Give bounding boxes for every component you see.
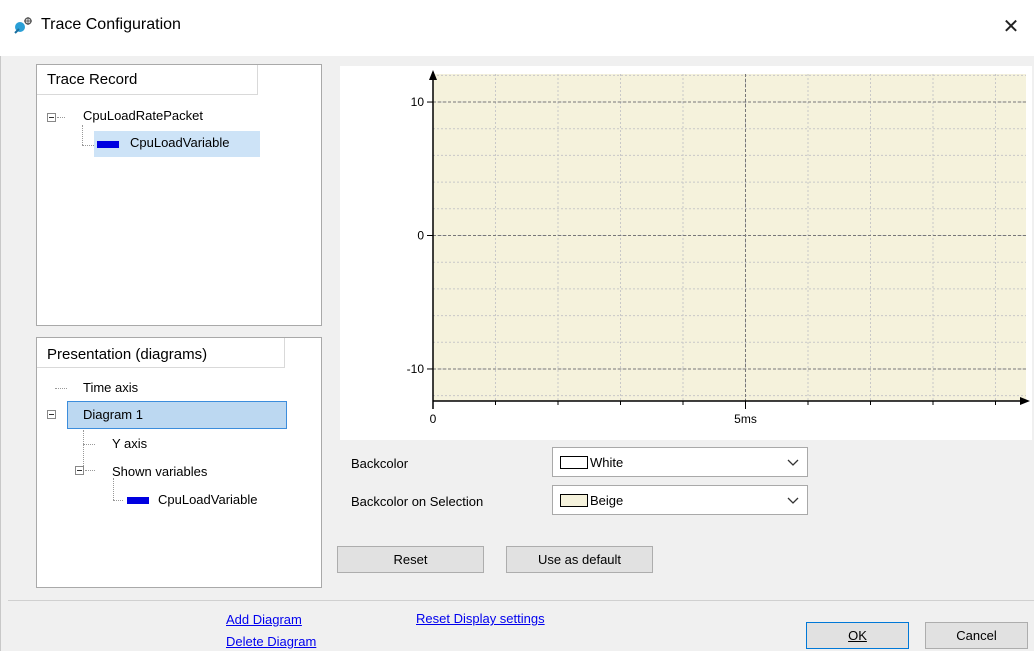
y-tick-label: 10 <box>411 95 425 109</box>
tree-item-shown-variables[interactable]: Shown variables <box>112 464 207 479</box>
tree-item-diagram[interactable]: Diagram 1 <box>83 407 143 422</box>
footer-separator <box>8 600 1034 601</box>
tree-connector <box>113 478 114 500</box>
backcolor-value: White <box>590 455 624 470</box>
ok-button[interactable]: OK <box>806 622 909 649</box>
tree-connector <box>85 470 95 471</box>
tree-item-y-axis[interactable]: Y axis <box>112 436 147 451</box>
collapse-toggle[interactable] <box>47 113 56 122</box>
chevron-down-icon <box>787 497 799 504</box>
tree-connector <box>113 500 123 501</box>
collapse-toggle[interactable] <box>47 410 56 419</box>
tree-connector <box>55 388 67 389</box>
tree-connector <box>57 117 65 118</box>
diagram-chart: 100-1005ms10ms <box>407 70 1034 426</box>
cancel-button[interactable]: Cancel <box>925 622 1028 649</box>
use-as-default-button[interactable]: Use as default <box>506 546 653 573</box>
backcolor-label: Backcolor <box>351 456 409 471</box>
backcolor-swatch <box>560 456 588 469</box>
tree-item-shown-variable[interactable]: CpuLoadVariable <box>158 492 258 507</box>
tree-connector <box>83 444 95 445</box>
tree-item-time-axis[interactable]: Time axis <box>83 380 138 395</box>
x-tick-label: 5ms <box>734 412 757 426</box>
selection-backcolor-label: Backcolor on Selection <box>351 494 484 509</box>
x-tick-label: 0 <box>430 412 437 426</box>
presentation-panel: Presentation (diagrams) Time axis Diagra… <box>36 337 322 588</box>
selection-backcolor-value: Beige <box>590 493 624 508</box>
variable-color-swatch <box>97 141 119 148</box>
selection-backcolor-dropdown[interactable]: Beige <box>552 485 808 515</box>
cancel-button-label: Cancel <box>956 628 997 643</box>
presentation-header: Presentation (diagrams) <box>37 338 285 368</box>
trace-record-header: Trace Record <box>37 65 258 95</box>
y-tick-label: 0 <box>417 228 424 242</box>
variable-color-swatch <box>127 497 149 504</box>
collapse-toggle[interactable] <box>75 466 84 475</box>
window-title: Trace Configuration <box>41 16 181 33</box>
title-bar: Trace Configuration ✕ <box>0 0 1034 56</box>
trace-config-icon <box>14 17 32 34</box>
tree-connector <box>82 125 83 145</box>
trace-record-panel: Trace Record CpuLoadRatePacket CpuLoadVa… <box>36 64 322 326</box>
reset-display-settings-link[interactable]: Reset Display settings <box>416 611 545 626</box>
tree-item-packet[interactable]: CpuLoadRatePacket <box>83 108 203 123</box>
y-tick-label: -10 <box>407 362 425 376</box>
tree-item-variable[interactable]: CpuLoadVariable <box>130 135 230 150</box>
chevron-down-icon <box>787 459 799 466</box>
delete-diagram-link[interactable]: Delete Diagram <box>226 634 316 649</box>
close-button[interactable]: ✕ <box>996 12 1026 42</box>
selection-backcolor-swatch <box>560 494 588 507</box>
diagram-preview[interactable]: 100-1005ms10ms <box>340 66 1034 440</box>
tree-connector <box>82 145 94 146</box>
reset-button[interactable]: Reset <box>337 546 484 573</box>
add-diagram-link[interactable]: Add Diagram <box>226 612 302 627</box>
plot-area <box>433 74 1026 401</box>
backcolor-dropdown[interactable]: White <box>552 447 808 477</box>
left-edge <box>0 56 1 651</box>
ok-button-label: OK <box>848 628 867 643</box>
